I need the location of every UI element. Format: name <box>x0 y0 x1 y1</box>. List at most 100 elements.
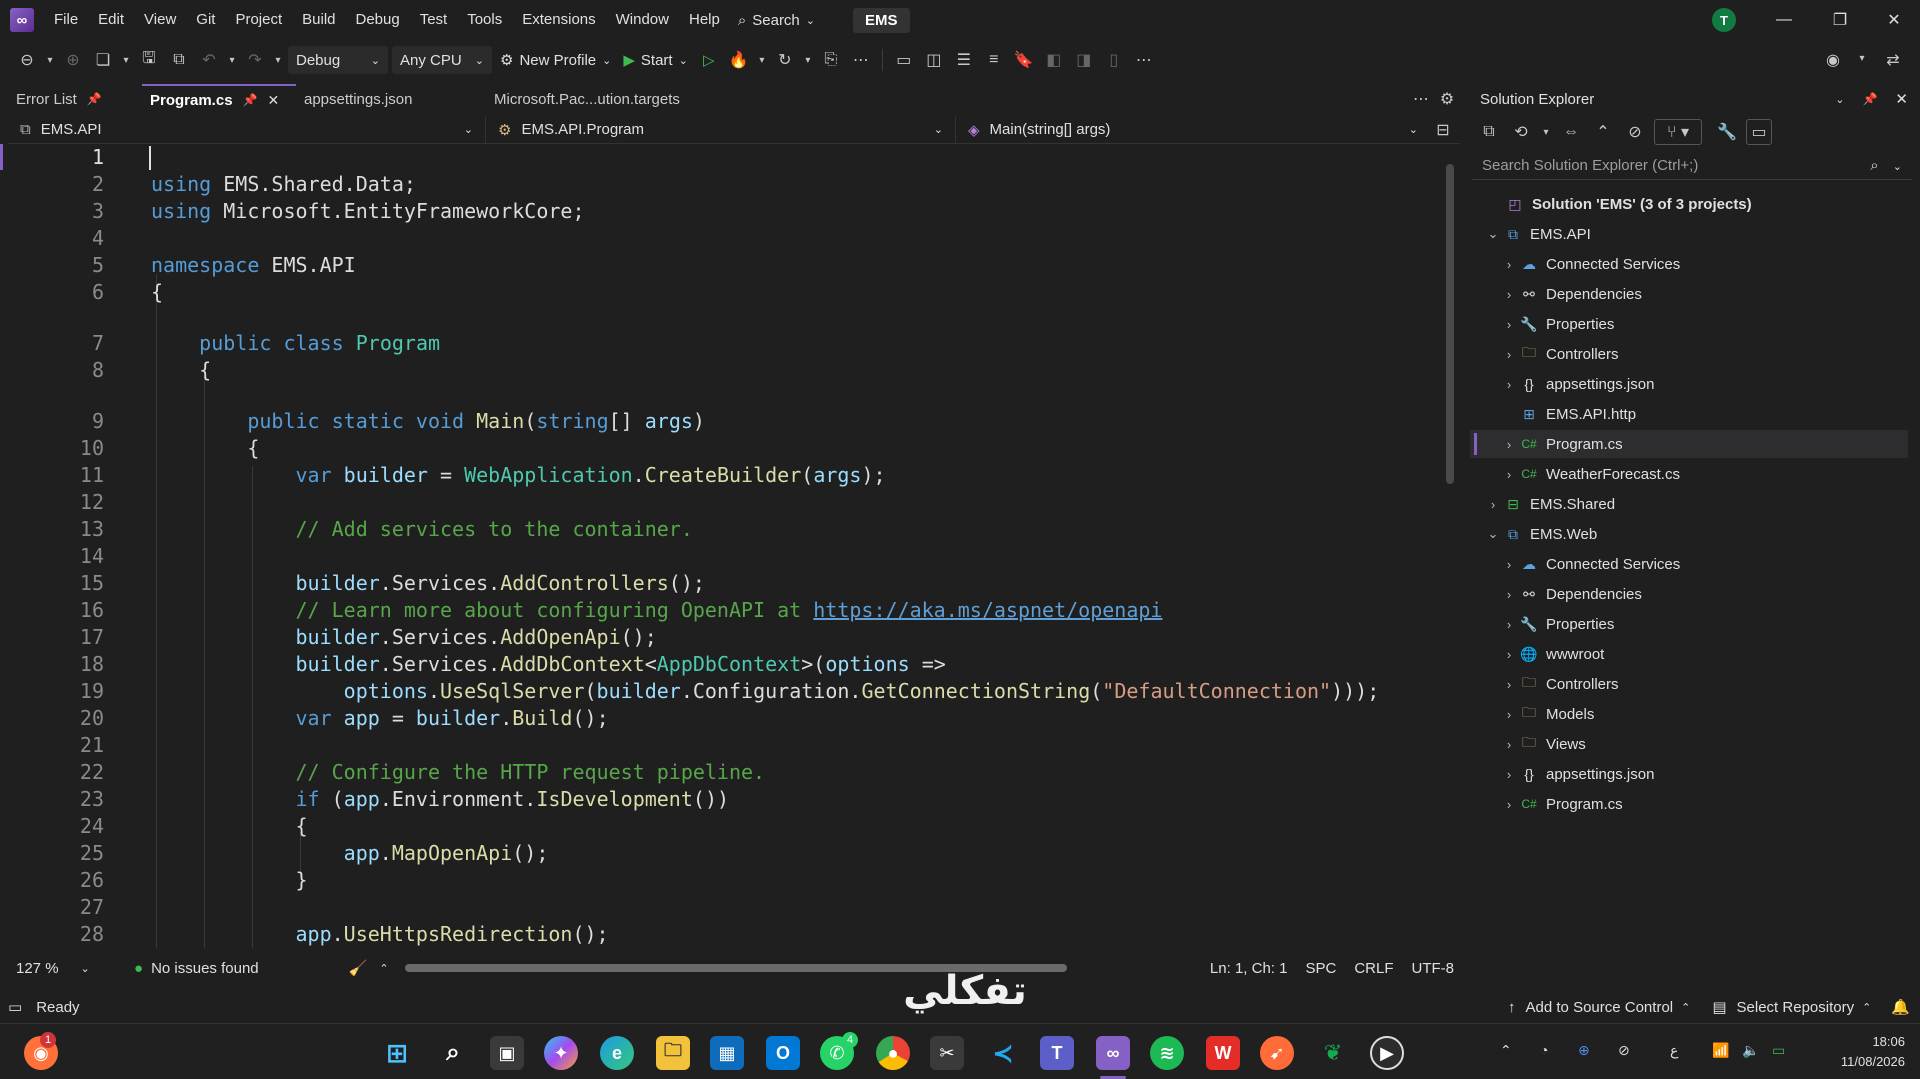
bookmark-icon[interactable]: 🔖 <box>1011 47 1037 73</box>
menu-tools[interactable]: Tools <box>457 0 512 40</box>
file-encoding[interactable]: UTF-8 <box>1412 960 1455 977</box>
switch-views-icon[interactable]: ⧉ <box>1476 119 1502 145</box>
edge-icon[interactable]: e <box>600 1036 634 1070</box>
zoom-dropdown[interactable]: 127 % ⌄ <box>8 960 98 977</box>
menu-help[interactable]: Help <box>679 0 730 40</box>
redo-icon[interactable]: ↷ <box>242 47 268 73</box>
chevron-up-icon[interactable]: ⌃ <box>1681 1001 1690 1014</box>
notification-bell-icon[interactable]: 🔔 <box>1891 998 1910 1016</box>
chevron-right-icon[interactable]: › <box>1500 317 1518 332</box>
tab-appsettings-json[interactable]: appsettings.json <box>296 84 486 114</box>
project-dropdown[interactable]: ⧉ EMS.API ⌄ <box>8 115 486 144</box>
close-icon[interactable]: ✕ <box>268 92 280 109</box>
vscode-icon[interactable]: ≺ <box>986 1036 1020 1070</box>
chevron-right-icon[interactable]: › <box>1500 437 1518 452</box>
history-icon[interactable]: ⟲ <box>1508 119 1534 145</box>
tree-item-models[interactable]: › 🗀 Models <box>1500 700 1595 728</box>
tree-item-ems-api[interactable]: ⌄ ⧉ EMS.API <box>1484 220 1591 248</box>
indent-icon[interactable]: ≡ <box>981 47 1007 73</box>
snipping-tool-icon[interactable]: ✂ <box>930 1036 964 1070</box>
chevron-down-icon[interactable]: ▾ <box>756 55 768 66</box>
platform-dropdown[interactable]: Any CPU ⌄ <box>392 46 492 74</box>
chevron-right-icon[interactable]: › <box>1500 797 1518 812</box>
browser-link-icon[interactable]: ⎘ <box>818 47 844 73</box>
split-icon[interactable]: ◫ <box>921 47 947 73</box>
chevron-right-icon[interactable]: › <box>1500 467 1518 482</box>
pin-icon[interactable]: 📌 <box>1862 92 1877 106</box>
restore-icon[interactable]: ❐ <box>1812 0 1868 40</box>
chevron-right-icon[interactable]: › <box>1500 377 1518 392</box>
forward-icon[interactable]: ⊕ <box>60 47 86 73</box>
postman-icon[interactable]: ➹ <box>1260 1036 1294 1070</box>
live-share-icon[interactable]: ⇄ <box>1880 47 1906 73</box>
close-window-icon[interactable]: ✕ <box>1866 0 1920 40</box>
cursor-position[interactable]: Ln: 1, Ch: 1 <box>1210 960 1288 977</box>
save-all-icon[interactable]: ⧉ <box>166 47 192 73</box>
new-item-icon[interactable]: ❏ <box>90 47 116 73</box>
menu-debug[interactable]: Debug <box>346 0 410 40</box>
media-player-icon[interactable]: ▶ <box>1370 1036 1404 1070</box>
start-button[interactable]: ▶ Start ⌄ <box>619 51 691 70</box>
avatar[interactable]: T <box>1712 8 1736 32</box>
tab-error-list[interactable]: Error List 📌 <box>8 84 142 114</box>
menu-extensions[interactable]: Extensions <box>512 0 605 40</box>
tree-item-properties[interactable]: › 🔧 Properties <box>1500 610 1615 638</box>
chevron-down-icon[interactable]: ▾ <box>1540 127 1552 138</box>
show-all-files-icon[interactable]: ⊘ <box>1622 119 1648 145</box>
add-to-source-control-button[interactable]: Add to Source Control <box>1526 999 1674 1016</box>
select-repository-button[interactable]: Select Repository <box>1737 999 1855 1016</box>
tree-item-views[interactable]: › 🗀 Views <box>1500 730 1586 758</box>
wps-office-icon[interactable]: W <box>1206 1036 1240 1070</box>
chevron-right-icon[interactable]: › <box>1500 677 1518 692</box>
tray-sync-icon[interactable]: ⊕ <box>1578 1042 1590 1059</box>
tree-item-program-cs[interactable]: › C# Program.cs <box>1500 790 1623 818</box>
line-endings[interactable]: CRLF <box>1354 960 1393 977</box>
chevron-right-icon[interactable]: › <box>1500 647 1518 662</box>
search-icon[interactable]: ⌕ <box>436 1036 470 1070</box>
chevron-right-icon[interactable]: › <box>1500 617 1518 632</box>
volume-icon[interactable]: 🔈 <box>1742 1042 1759 1059</box>
microsoft-store-icon[interactable]: ▦ <box>710 1036 744 1070</box>
chevron-down-icon[interactable]: ▾ <box>802 55 814 66</box>
solution-explorer-search-input[interactable]: Search Solution Explorer (Ctrl+;) ⌕ ⌄ <box>1472 152 1912 180</box>
mongodb-icon[interactable]: ❦ <box>1316 1036 1350 1070</box>
tree-item-connected-services[interactable]: › ☁ Connected Services <box>1500 250 1680 278</box>
outdent-icon[interactable]: ☰ <box>951 47 977 73</box>
code-editor[interactable]: 1 2 using EMS.Shared.Data; 3 using Microso… <box>8 144 1452 948</box>
tray-network-off-icon[interactable]: ⊘ <box>1618 1042 1630 1059</box>
chevron-right-icon[interactable]: › <box>1500 557 1518 572</box>
member-dropdown[interactable]: ◈ Main(string[] args) ⌄ <box>956 116 1430 144</box>
configuration-dropdown[interactable]: Debug ⌄ <box>288 46 388 74</box>
menu-build[interactable]: Build <box>292 0 345 40</box>
minimize-icon[interactable]: — <box>1756 0 1812 40</box>
split-editor-icon[interactable]: ⊟ <box>1430 117 1456 143</box>
input-language[interactable]: ع <box>1670 1042 1678 1059</box>
save-icon[interactable]: 🖫 <box>136 47 162 73</box>
chevron-right-icon[interactable]: › <box>1500 287 1518 302</box>
task-view-icon[interactable]: ▣ <box>490 1036 524 1070</box>
tree-solution-node[interactable]: ◰ Solution 'EMS' (3 of 3 projects) <box>1504 190 1751 218</box>
system-clock[interactable]: 18:06 11/08/2026 <box>1815 1032 1905 1072</box>
file-explorer-icon[interactable]: 🗀 <box>656 1036 690 1070</box>
more-icon[interactable]: ⋯ <box>1131 47 1157 73</box>
tree-item-wwwroot[interactable]: › 🌐 wwwroot <box>1500 640 1605 668</box>
solution-name-badge[interactable]: EMS <box>853 7 910 33</box>
outlook-icon[interactable]: O <box>766 1036 800 1070</box>
undo-icon[interactable]: ↶ <box>196 47 222 73</box>
start-without-debugging-icon[interactable]: ▷ <box>696 47 722 73</box>
whitespace-mode[interactable]: SPC <box>1305 960 1336 977</box>
tree-item-controllers[interactable]: › 🗀 Controllers <box>1500 670 1619 698</box>
menu-view[interactable]: View <box>134 0 186 40</box>
chevron-down-icon[interactable]: ⌄ <box>1484 526 1502 542</box>
chevron-down-icon[interactable]: ⌄ <box>1484 226 1502 242</box>
tree-item-properties[interactable]: › 🔧 Properties <box>1500 310 1615 338</box>
chevron-down-icon[interactable]: ▾ <box>1856 53 1868 64</box>
windows-start-icon[interactable]: ⊞ <box>380 1036 414 1070</box>
visual-studio-icon[interactable]: ∞ <box>1096 1036 1130 1070</box>
chevron-right-icon[interactable]: › <box>1484 497 1502 512</box>
launch-profile-dropdown[interactable]: ⚙ New Profile ⌄ <box>496 51 615 70</box>
comment-icon[interactable]: ▭ <box>891 47 917 73</box>
class-dropdown[interactable]: ⚙ EMS.API.Program ⌄ <box>486 115 956 144</box>
chevron-right-icon[interactable]: › <box>1500 767 1518 782</box>
chevron-right-icon[interactable]: › <box>1500 257 1518 272</box>
